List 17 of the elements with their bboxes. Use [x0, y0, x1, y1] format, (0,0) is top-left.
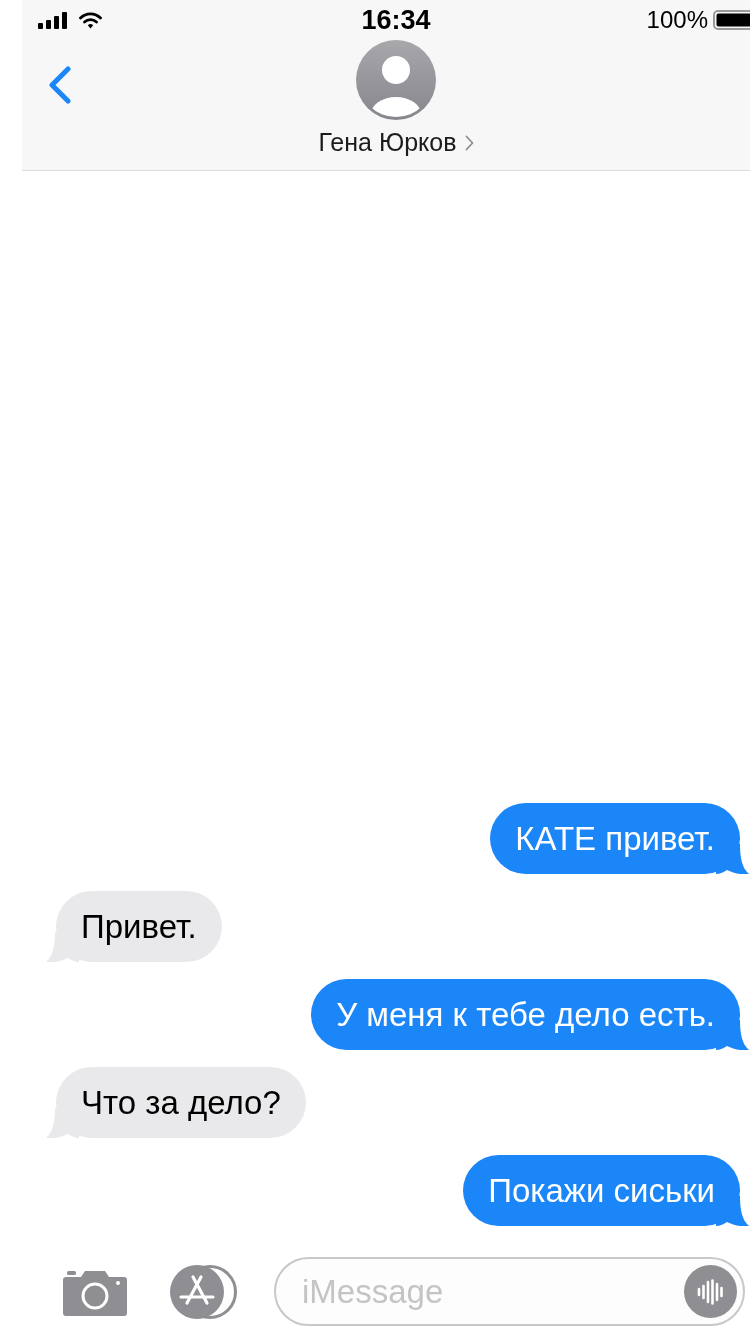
message-text: У меня к тебе дело есть. [336, 995, 715, 1034]
apps-icon[interactable] [170, 1264, 238, 1319]
message-text: Привет. [81, 907, 197, 946]
message-text: КАТЕ привет. [515, 819, 715, 858]
chevron-right-icon [464, 134, 474, 151]
message-input-field[interactable]: iMessage [274, 1257, 745, 1326]
message-text: Покажи сиськи [488, 1171, 715, 1210]
back-chevron-icon[interactable] [48, 66, 72, 104]
wifi-icon [79, 11, 102, 29]
status-time: 16:34 [361, 4, 431, 36]
message-text: Что за дело? [81, 1083, 281, 1122]
battery-percent: 100% [646, 6, 708, 34]
battery-icon [713, 10, 750, 30]
waveform-icon [695, 1278, 726, 1305]
signal-icon [38, 11, 67, 29]
contact-name-button[interactable]: Гена Юрков [318, 128, 474, 157]
avatar-icon [356, 40, 436, 120]
